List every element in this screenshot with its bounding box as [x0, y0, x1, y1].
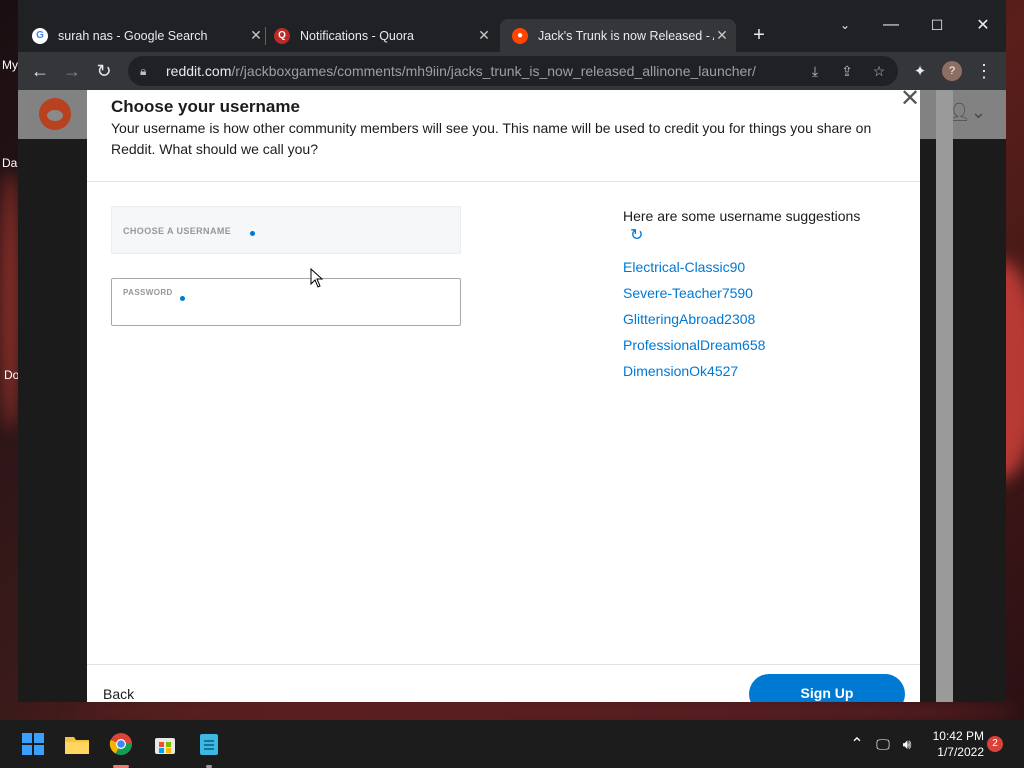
- username-input[interactable]: [123, 234, 443, 249]
- modal-title: Choose your username: [111, 97, 300, 116]
- sign-up-button[interactable]: Sign Up: [749, 674, 905, 702]
- suggestion-link[interactable]: Severe-Teacher7590: [623, 285, 753, 301]
- bookmark-star-icon[interactable]: ☆: [868, 60, 890, 82]
- tab-google-search[interactable]: G surah nas - Google Search ✕: [32, 19, 264, 52]
- divider: [87, 181, 920, 182]
- maximize-button[interactable]: ☐: [922, 10, 952, 40]
- suggestion-link[interactable]: GlitteringAbroad2308: [623, 311, 755, 327]
- close-icon[interactable]: ✕: [248, 27, 264, 44]
- signup-modal: Choose your username Your username is ho…: [87, 87, 921, 702]
- divider: [87, 664, 920, 665]
- back-button[interactable]: Back: [103, 686, 134, 702]
- suggestion-link[interactable]: DimensionOk4527: [623, 363, 738, 379]
- browser-window: G surah nas - Google Search ✕ Q Notifica…: [18, 0, 1006, 702]
- avatar: ?: [942, 61, 962, 81]
- reddit-icon: ●: [512, 27, 528, 44]
- forward-arrow-icon[interactable]: →: [58, 57, 86, 85]
- close-icon[interactable]: ✕: [714, 27, 730, 44]
- scrollbar[interactable]: [936, 90, 953, 702]
- tab-search-button[interactable]: ⌄: [830, 10, 860, 40]
- wallpaper-glow: [0, 170, 20, 430]
- tab-reddit[interactable]: ● Jack's Trunk is now Released - Al ✕: [500, 19, 736, 52]
- chrome-icon[interactable]: [106, 729, 136, 759]
- tab-title: surah nas - Google Search: [58, 28, 208, 43]
- taskbar: ⌃ 🖵︎ 🔊︎ 10:42 PM 1/7/2022: [0, 720, 1024, 768]
- tab-title: Jack's Trunk is now Released - Al: [538, 28, 714, 43]
- desktop-icon-label[interactable]: Da: [2, 156, 17, 170]
- url-host: reddit.com: [166, 63, 232, 79]
- modal-description: Your username is how other community mem…: [111, 120, 872, 157]
- volume-icon[interactable]: 🔊︎: [892, 729, 922, 759]
- window-close-button[interactable]: ✕: [968, 10, 998, 40]
- google-icon: G: [32, 27, 48, 44]
- clock-date: 1/7/2022: [937, 745, 984, 759]
- install-icon[interactable]: ⤓: [804, 60, 826, 82]
- suggestion-link[interactable]: Electrical-Classic90: [623, 259, 745, 275]
- suggestion-link[interactable]: ProfessionalDream658: [623, 337, 765, 353]
- extensions-puzzle-icon[interactable]: ✦: [906, 57, 934, 85]
- notepad-icon[interactable]: [194, 729, 224, 759]
- close-icon[interactable]: ✕: [476, 27, 492, 44]
- password-input[interactable]: [123, 306, 443, 321]
- username-field[interactable]: CHOOSE A USERNAME: [111, 206, 461, 254]
- minimize-button[interactable]: —: [876, 10, 906, 40]
- close-icon[interactable]: ✕: [899, 87, 921, 111]
- share-icon[interactable]: ⇪: [836, 60, 858, 82]
- file-explorer-icon[interactable]: [62, 729, 92, 759]
- reload-icon[interactable]: ↻: [90, 57, 118, 85]
- reddit-logo-icon[interactable]: [39, 98, 71, 130]
- profile-avatar[interactable]: ?: [938, 57, 966, 85]
- mouse-cursor-icon: [310, 268, 324, 288]
- refresh-icon[interactable]: ↻: [630, 227, 648, 245]
- user-menu-icon[interactable]: 👤︎⌄: [948, 102, 986, 123]
- clock[interactable]: 10:42 PM 1/7/2022: [924, 728, 984, 760]
- password-label: PASSWORD: [123, 288, 173, 297]
- web-page: 👤︎⌄ Choose your username Your username i…: [18, 87, 1006, 702]
- tab-strip: G surah nas - Google Search ✕ Q Notifica…: [18, 0, 1006, 52]
- required-dot: [180, 296, 185, 301]
- notification-badge[interactable]: 2: [987, 736, 1003, 752]
- suggestions-heading: Here are some username suggestions: [623, 208, 861, 224]
- url-path: /r/jackboxgames/comments/mh9iin/jacks_tr…: [231, 63, 756, 79]
- address-bar[interactable]: 🔒︎ reddit.com/r/jackboxgames/comments/mh…: [128, 56, 898, 86]
- lock-icon: 🔒︎: [140, 63, 147, 78]
- quora-icon: Q: [274, 27, 290, 44]
- clock-time: 10:42 PM: [932, 729, 984, 743]
- browser-toolbar: ← → ↻ 🔒︎ reddit.com/r/jackboxgames/comme…: [18, 52, 1006, 90]
- tab-title: Notifications - Quora: [300, 28, 414, 43]
- new-tab-button[interactable]: +: [744, 20, 774, 50]
- tab-quora[interactable]: Q Notifications - Quora ✕: [274, 19, 492, 52]
- password-field[interactable]: PASSWORD: [111, 278, 461, 326]
- microsoft-store-icon[interactable]: [150, 729, 180, 759]
- back-arrow-icon[interactable]: ←: [26, 57, 54, 85]
- menu-kebab-icon[interactable]: ⋮: [970, 57, 998, 85]
- tab-separator: [265, 27, 266, 45]
- windows-start-icon[interactable]: [18, 729, 48, 759]
- desktop-icon-label[interactable]: My: [2, 58, 18, 72]
